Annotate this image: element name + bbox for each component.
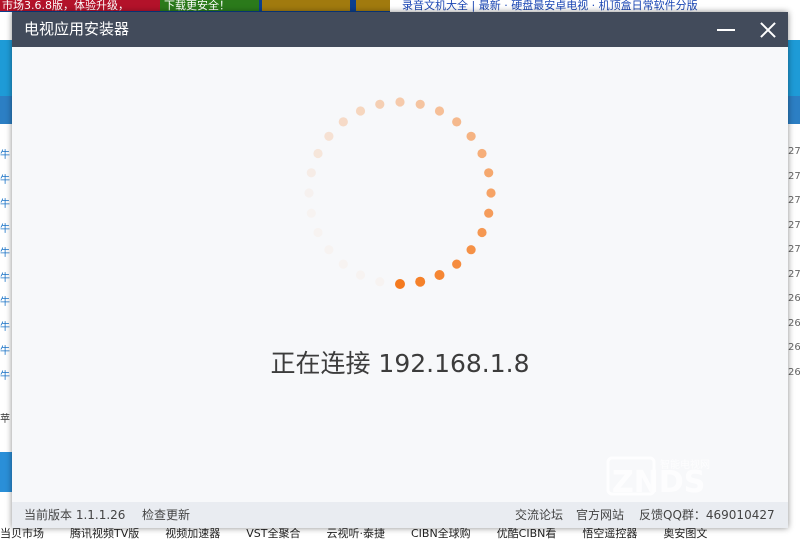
spinner-dot	[415, 276, 426, 287]
spinner-dot	[452, 117, 462, 127]
watermark-text: ZNDS	[612, 465, 705, 500]
background-list-count: 27	[788, 244, 800, 255]
background-list-item[interactable]: 牛	[0, 195, 12, 209]
background-gold-button-2[interactable]	[356, 0, 390, 11]
spinner-dot	[484, 208, 494, 218]
connection-status: 正在连接 192.168.1.8	[270, 349, 530, 378]
background-bottom-item[interactable]: 腾讯视频TV版	[70, 527, 139, 541]
znds-watermark-icon: 智能电视网 ZNDS	[606, 456, 710, 500]
background-download-text[interactable]: 下载更安全！	[160, 0, 259, 11]
background-list-count: 27	[788, 170, 800, 182]
forum-link[interactable]: 交流论坛	[515, 502, 563, 528]
spinner-dot	[434, 270, 445, 280]
close-icon	[759, 21, 777, 39]
spinner-dot	[313, 148, 323, 159]
spinner-dot	[375, 99, 385, 109]
background-bottom-item[interactable]: 悟空遥控器	[582, 527, 637, 541]
spinner-dot	[415, 99, 425, 109]
background-list-item[interactable]: 牛	[0, 269, 12, 283]
spinner-dot	[395, 97, 405, 107]
background-list-item[interactable]: 牛	[0, 342, 12, 356]
spinner-dot	[452, 259, 462, 269]
dialog-content: 正在连接 192.168.1.8 智能电视网 ZNDS	[12, 47, 788, 502]
background-banner-right-2	[788, 96, 800, 124]
official-site-link[interactable]: 官方网站	[576, 502, 624, 528]
background-list-item[interactable]: 牛	[0, 146, 12, 160]
background-list-item[interactable]: 牛	[0, 367, 12, 381]
background-bottom-item[interactable]: 云视听·泰捷	[326, 527, 385, 541]
background-bottom-item[interactable]: VST全聚合	[246, 527, 300, 541]
background-list-count: 26	[788, 342, 800, 353]
background-bottom-item[interactable]: 优酷CIBN看	[497, 527, 557, 541]
background-left-label: 苹应	[0, 414, 10, 425]
background-banner-left-2	[0, 96, 12, 124]
spinner-dot	[355, 106, 366, 116]
spinner-dot	[306, 208, 316, 218]
loading-spinner-icon	[304, 97, 496, 289]
background-list-count: 26	[788, 293, 800, 304]
background-list-count: 26	[788, 317, 800, 329]
background-promo-bar: 市场3.6.8版，体验升级， 下载更安全！	[0, 0, 390, 12]
spinner-dot	[338, 259, 348, 269]
spinner-dot	[304, 188, 314, 198]
background-list-item[interactable]: 牛	[0, 293, 12, 307]
spinner-dot	[338, 117, 348, 127]
dialog-title: 电视应用安装器	[24, 20, 130, 38]
spinner-dot	[355, 270, 366, 280]
spinner-dot	[484, 168, 494, 178]
background-bottom-item[interactable]: 奥安图文	[663, 527, 707, 541]
background-list-count: 27	[788, 195, 800, 206]
minimize-button[interactable]	[711, 12, 741, 47]
spinner-dot	[306, 168, 316, 178]
background-bottom-item[interactable]: CIBN全球购	[411, 527, 471, 541]
spinner-dot	[486, 188, 496, 198]
background-bottom-item[interactable]: 当贝市场	[0, 527, 44, 541]
background-list-count: 27	[788, 146, 800, 157]
background-left-tile[interactable]	[0, 452, 12, 492]
spinner-dot	[375, 277, 385, 287]
background-bottom-item[interactable]: 视频加速器	[165, 527, 220, 541]
spinner-dot	[466, 131, 476, 141]
dialog-footer: 当前版本 1.1.1.26 检查更新 交流论坛 官方网站 反馈QQ群：46901…	[12, 502, 788, 528]
background-gold-button[interactable]	[262, 0, 350, 11]
background-banner-left	[0, 40, 12, 100]
spinner-dot	[477, 148, 487, 159]
dialog-titlebar[interactable]: 电视应用安装器	[12, 12, 788, 47]
version-label: 当前版本 1.1.1.26	[24, 508, 126, 522]
background-list-count: 27	[788, 219, 800, 231]
spinner-dot	[477, 227, 487, 238]
spinner-dot	[324, 131, 334, 141]
background-list-count: 27	[788, 268, 800, 280]
spinner-dot	[395, 279, 405, 289]
qq-group-label: 反馈QQ群：469010427	[639, 508, 775, 522]
background-list-item[interactable]: 牛	[0, 220, 12, 234]
background-news-link[interactable]: 录音文机大全 | 最新 · 硬盘最安卓电视 · 机顶盒日常软件分版	[392, 0, 800, 12]
close-button[interactable]	[753, 12, 783, 47]
background-list-item[interactable]: 牛	[0, 171, 12, 185]
minimize-icon	[717, 28, 735, 31]
spinner-dot	[313, 227, 323, 238]
spinner-dot	[466, 245, 476, 255]
background-list-item[interactable]: 牛	[0, 244, 12, 258]
check-update-link[interactable]: 检查更新	[142, 502, 190, 528]
spinner-dot	[324, 245, 334, 255]
background-bottom-links: 当贝市场 腾讯视频TV版 视频加速器 VST全聚合 云视听·泰捷 CIBN全球购 优酷CIB…	[0, 527, 800, 541]
background-list-count: 26	[788, 366, 800, 378]
background-list-item[interactable]: 牛	[0, 318, 12, 332]
background-promo-text[interactable]: 市场3.6.8版，体验升级，	[0, 0, 162, 11]
installer-dialog: 电视应用安装器 正在连接 192.168.1.8 智能电视网 ZNDS 当前版本…	[12, 12, 788, 528]
spinner-dot	[434, 106, 445, 116]
background-banner-right	[788, 40, 800, 100]
